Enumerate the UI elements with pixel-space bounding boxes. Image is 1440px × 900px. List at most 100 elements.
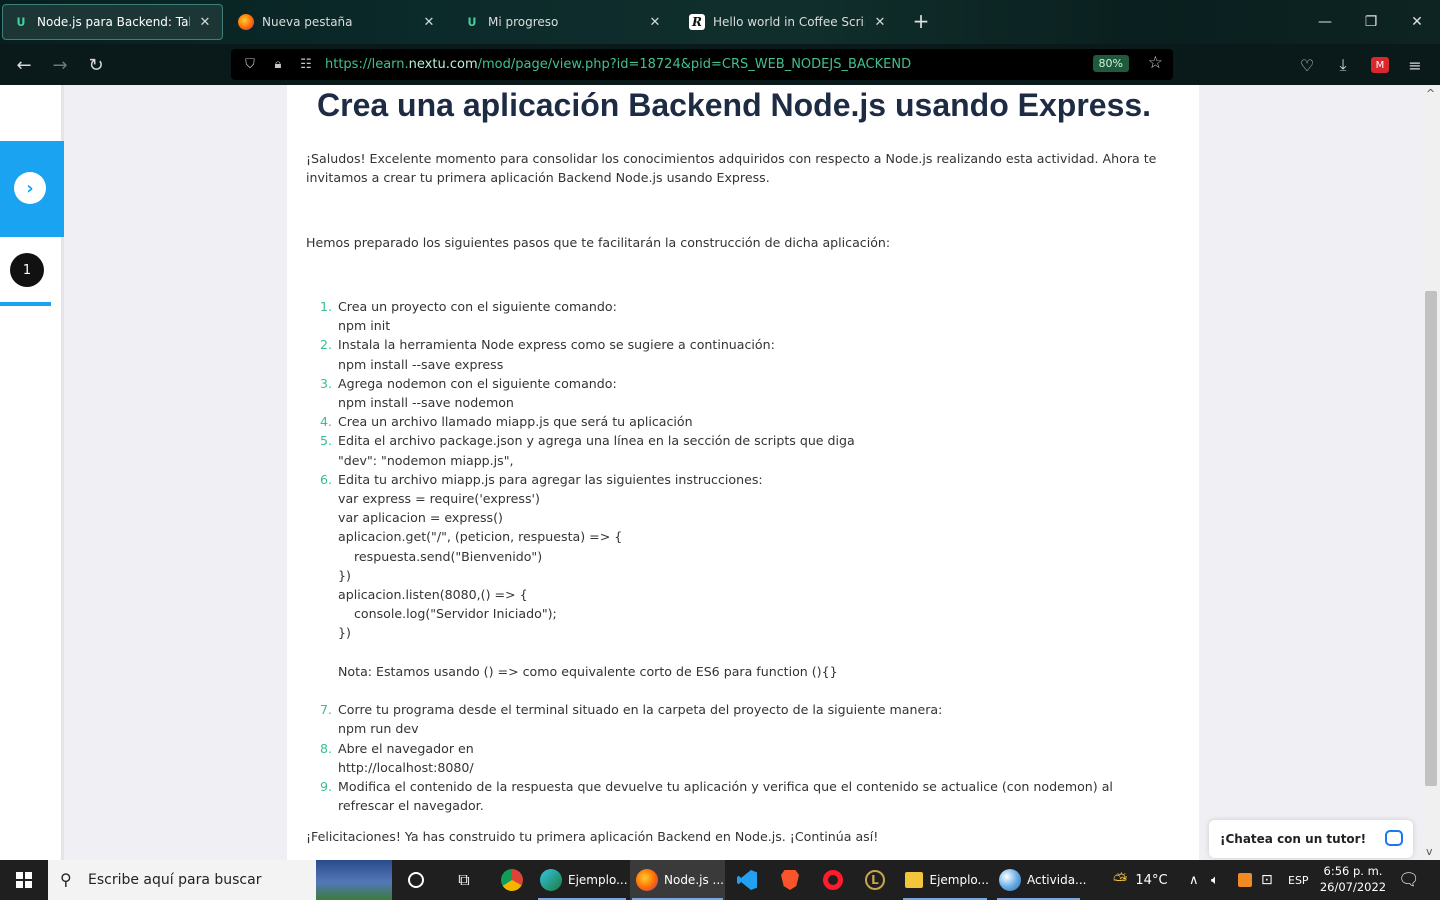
league-of-legends-icon[interactable]: L [862,860,888,900]
step-line: aplicacion.listen(8080,() => { [338,587,528,603]
step-line [338,681,1171,700]
step-line: Nota: Estamos usando () => como equivale… [338,663,838,679]
start-button[interactable] [0,860,48,900]
step-line: }) [338,625,351,641]
step-number: 9. [319,779,332,795]
steps-list: 1. Crea un proyecto con el siguiente coma… [306,297,1171,815]
close-icon[interactable]: ✕ [198,15,212,30]
network-icon[interactable]: ⊡ [1261,860,1273,900]
mega-extension-icon[interactable]: M [1371,57,1389,73]
closing-paragraph: ¡Felicitaciones! Ya has construido tu pr… [306,829,879,844]
lock-icon[interactable]: 🔒︎ [269,57,287,72]
step-number-badge[interactable]: 1 [10,253,44,287]
windows-taskbar: ⚲ Escribe aquí para buscar ⧉ Ejemplo... … [0,860,1440,900]
restore-icon[interactable]: ❐ [1348,8,1394,36]
search-icon: ⚲ [60,870,72,889]
cortana-icon[interactable] [404,860,428,900]
input-language[interactable]: ESP [1288,860,1309,900]
bookmark-star-icon[interactable]: ☆ [1148,53,1163,73]
url-text[interactable]: https://learn.nextu.com/mod/page/view.ph… [325,57,911,72]
step-line: Instala la herramienta Node express como… [338,337,775,353]
tab-mi-progreso[interactable]: ᑌ Mi progreso ✕ [454,4,672,40]
step-line: Edita el archivo package.json y agrega u… [338,433,855,449]
url-bar[interactable]: ⛉ 🔒︎ ☷ https://learn.nextu.com/mod/page/… [231,49,1173,80]
system-clock[interactable]: 6:56 p. m. 26/07/2022 [1318,863,1388,895]
chat-bubble-icon[interactable] [1385,830,1403,846]
step-item: 5. Edita el archivo package.json y agrega… [306,431,1171,469]
search-highlight-art [316,860,392,900]
step-number: 5. [319,433,332,449]
edge-icon [540,869,562,891]
tab-nodejs-backend[interactable]: ᑌ Node.js para Backend: Taller ✕ [2,4,223,40]
weather-partly-cloudy-icon: ⛅︎ [1113,869,1128,891]
minimize-icon[interactable]: — [1302,8,1348,36]
steps-intro-paragraph: Hemos preparado los siguientes pasos que… [306,235,891,250]
app-tray-icon[interactable] [1238,860,1252,900]
scroll-down-arrow-icon[interactable]: v [1426,845,1433,858]
brave-icon[interactable] [778,860,802,900]
intro-paragraph: ¡Saludos! Excelente momento para consoli… [306,151,1157,186]
close-icon[interactable]: ✕ [422,15,436,30]
step-item: 2. Instala la herramienta Node express co… [306,335,1171,373]
step-line: var aplicacion = express() [338,510,503,526]
step-line: Crea un archivo llamado miapp.js que ser… [338,414,693,430]
permissions-icon[interactable]: ☷ [297,57,315,72]
paint-icon [999,869,1021,891]
opera-icon[interactable] [820,860,846,900]
back-arrow-icon[interactable]: ← [11,52,37,78]
step-item: 4. Crea un archivo llamado miapp.js que s… [306,412,1171,431]
firefox-icon [238,14,254,30]
step-line: respuesta.send("Bienvenido") [338,548,543,564]
pocket-icon[interactable]: ♡ [1296,54,1318,76]
show-hidden-icons-chevron-icon[interactable]: ∧ [1189,860,1199,900]
windows-logo-icon [16,872,32,888]
tab-coffee-script[interactable]: R Hello world in Coffee Script | Re ✕ [679,4,897,40]
nextu-icon: ᑌ [467,15,477,29]
tab-nueva-pestana[interactable]: Nueva pestaña ✕ [228,4,446,40]
taskbar-app-paint[interactable]: Activida... [995,860,1086,900]
scroll-up-arrow-icon[interactable]: ^ [1426,87,1435,100]
window-close-icon[interactable]: ✕ [1394,8,1440,36]
taskbar-search-box[interactable]: ⚲ Escribe aquí para buscar [48,860,392,900]
file-explorer-icon [905,872,924,888]
forward-arrow-icon[interactable]: → [47,52,73,78]
step-item: 8. Abre el navegador en http://localhost:8… [306,739,1171,777]
step-line: Corre tu programa desde el terminal situ… [338,702,943,718]
firefox-icon [636,869,658,891]
menu-hamburger-icon[interactable]: ≡ [1404,54,1426,76]
task-view-icon[interactable]: ⧉ [452,860,476,900]
reload-icon[interactable]: ↻ [83,52,109,78]
vscode-icon[interactable] [734,860,760,900]
step-line: console.log("Servidor Iniciado"); [338,606,557,622]
close-icon[interactable]: ✕ [648,15,662,30]
step-line [338,643,1171,662]
volume-icon[interactable]: 🔈︎ [1211,860,1219,900]
chat-tutor-widget[interactable]: ¡Chatea con un tutor! [1209,820,1413,858]
step-number: 1. [319,299,332,314]
weather-widget[interactable]: ⛅︎ 14°C [1113,860,1168,900]
download-icon[interactable]: ⤓ [1332,54,1354,76]
taskbar-app-explorer[interactable]: Ejemplo... [901,860,989,900]
chrome-icon[interactable] [500,860,524,900]
browser-tab-strip: ᑌ Node.js para Backend: Taller ✕ Nueva p… [0,0,1440,44]
taskbar-app-firefox[interactable]: Node.js ... [630,860,725,900]
step-line: aplicacion.get("/", (peticion, respuesta… [338,529,623,545]
step-line: http://localhost:8080/ [338,759,474,775]
step-line: npm run dev [338,721,419,737]
step-line: Modifica el contenido de la respuesta qu… [338,779,1113,814]
zoom-level-badge[interactable]: 80% [1092,55,1129,72]
taskbar-app-edge[interactable]: Ejemplo... [536,860,628,900]
scrollbar-thumb[interactable] [1425,291,1437,786]
search-placeholder: Escribe aquí para buscar [88,872,262,888]
notifications-icon[interactable]: 🗨︎ [1398,860,1420,900]
chevron-right-icon[interactable]: › [14,172,46,204]
replit-icon: R [689,14,705,30]
page-title: Crea una aplicación Backend Node.js usan… [317,87,1152,123]
shield-icon[interactable]: ⛉ [241,57,259,72]
step-item: 7. Corre tu programa desde el terminal si… [306,700,1171,738]
step-line: var express = require('express') [338,491,540,507]
step-line: npm install --save express [338,356,504,372]
step-line: npm install --save nodemon [338,395,514,411]
new-tab-plus-icon[interactable]: + [910,10,932,32]
close-icon[interactable]: ✕ [873,15,887,30]
